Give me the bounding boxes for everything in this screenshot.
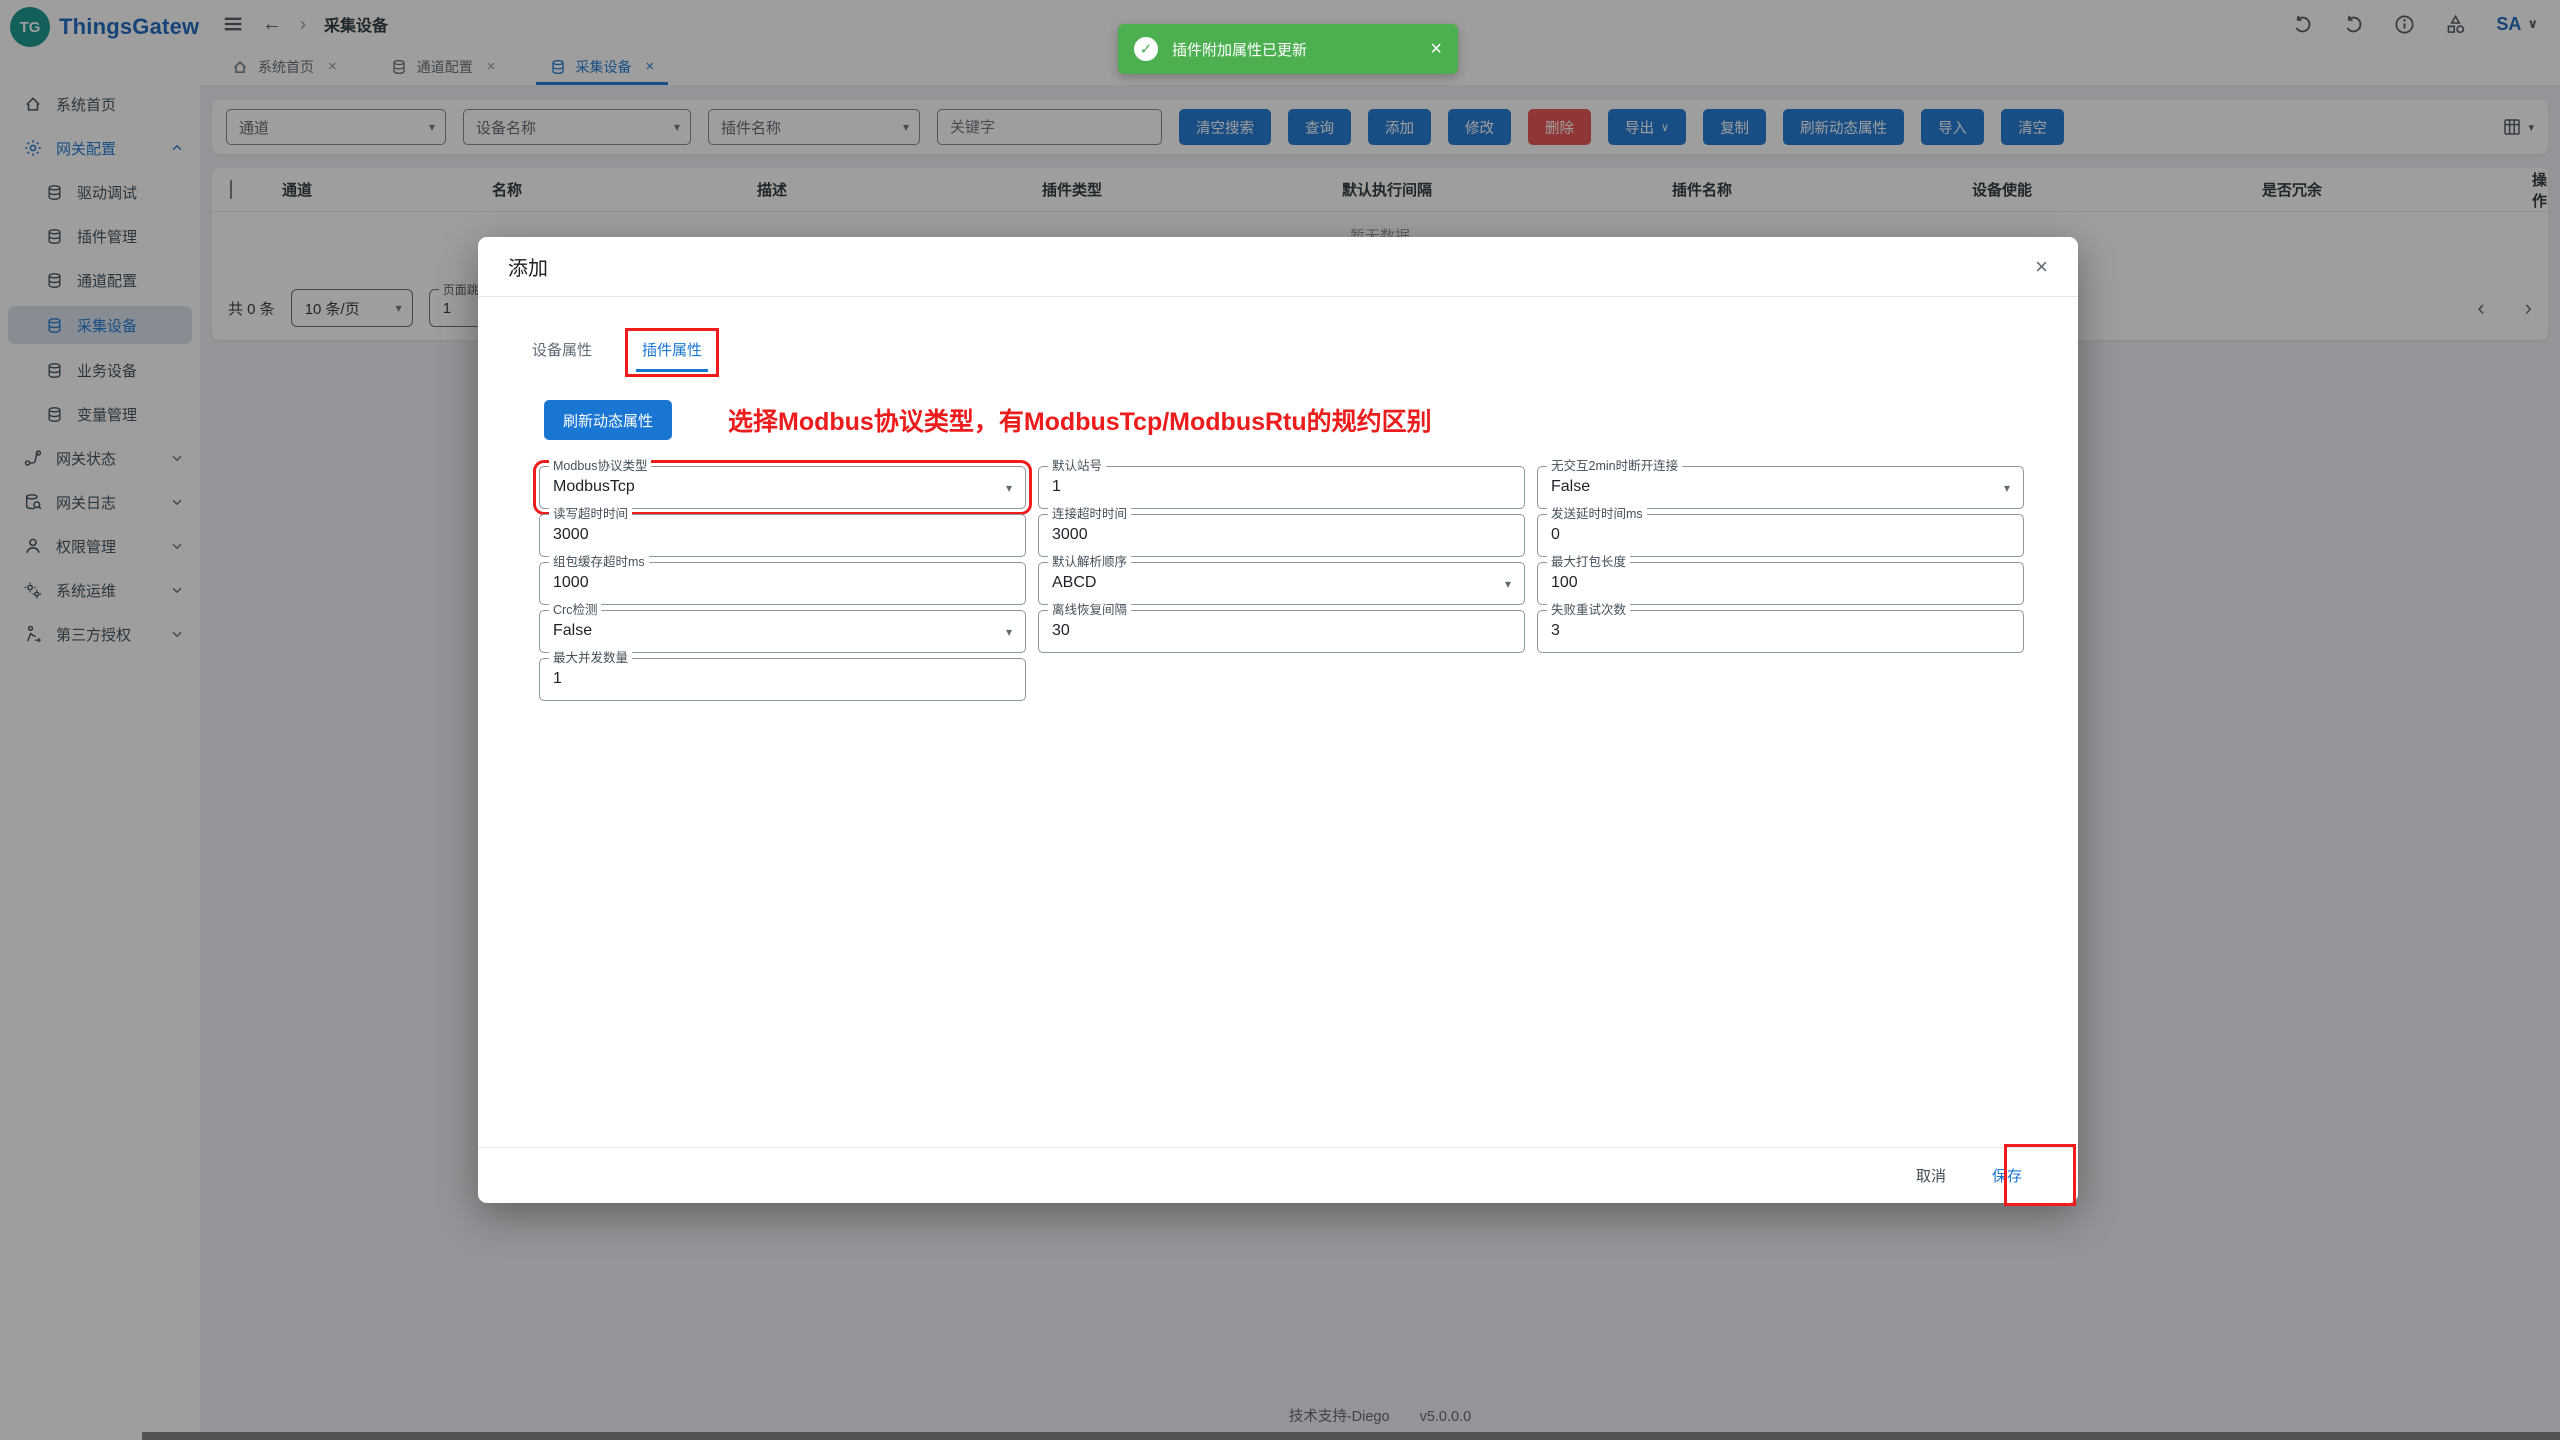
field-label: 读写超时时间: [549, 506, 632, 522]
field-label: 默认站号: [1048, 458, 1106, 474]
field-send-delay[interactable]: 发送延时时间ms 0: [1537, 514, 2024, 557]
field-default-station[interactable]: 默认站号 1: [1038, 466, 1525, 509]
field-rw-timeout[interactable]: 读写超时时间 3000: [539, 514, 1026, 557]
field-label: 默认解析顺序: [1048, 554, 1131, 570]
field-label: 发送延时时间ms: [1547, 506, 1647, 522]
field-fail-retry-count[interactable]: 失败重试次数 3: [1537, 610, 2024, 653]
field-label: 最大打包长度: [1547, 554, 1630, 570]
field-label: 组包缓存超时ms: [549, 554, 649, 570]
modal-footer: 取消 保存: [478, 1147, 2078, 1203]
field-label: 无交互2min时断开连接: [1547, 458, 1682, 474]
modal-header: 添加 ×: [478, 237, 2078, 297]
caret-down-icon: ▾: [1006, 625, 1012, 639]
tab-plugin-props[interactable]: 插件属性: [630, 333, 714, 372]
plugin-props-form: Modbus协议类型 ModbusTcp ▾ 默认站号 1 无交互2min时断开…: [539, 466, 2078, 701]
caret-down-icon: ▾: [2004, 481, 2010, 495]
modal-tabs: 设备属性 插件属性: [478, 297, 2078, 372]
modal-close-icon[interactable]: ×: [2035, 254, 2048, 280]
modal-title: 添加: [508, 252, 548, 281]
field-label: 失败重试次数: [1547, 602, 1630, 618]
cancel-button[interactable]: 取消: [1916, 1165, 1946, 1186]
tab-device-props[interactable]: 设备属性: [520, 333, 604, 372]
caret-down-icon: ▾: [1505, 577, 1511, 591]
modal-tool-row: 刷新动态属性 选择Modbus协议类型，有ModbusTcp/ModbusRtu…: [544, 400, 2078, 440]
toast-message: 插件附加属性已更新: [1172, 39, 1307, 60]
field-value: False: [540, 611, 1025, 651]
field-crc-check[interactable]: Crc检测 False ▾: [539, 610, 1026, 653]
field-label: Modbus协议类型: [549, 458, 651, 474]
check-circle-icon: ✓: [1134, 37, 1158, 61]
field-modbus-protocol-type[interactable]: Modbus协议类型 ModbusTcp ▾: [539, 466, 1026, 509]
annotation-text: 选择Modbus协议类型，有ModbusTcp/ModbusRtu的规约区别: [728, 402, 1432, 438]
field-value: 1: [1039, 467, 1524, 507]
field-pack-cache-timeout[interactable]: 组包缓存超时ms 1000: [539, 562, 1026, 605]
field-disconnect-when-idle[interactable]: 无交互2min时断开连接 False ▾: [1537, 466, 2024, 509]
app-root: TG ThingsGateway 系统首页 网关配置 驱动调试 插件管理: [0, 0, 2560, 1440]
field-label: 最大并发数量: [549, 650, 632, 666]
modal-refresh-dynamic-props-button[interactable]: 刷新动态属性: [544, 400, 672, 440]
field-max-concurrency[interactable]: 最大并发数量 1: [539, 658, 1026, 701]
field-offline-recover-interval[interactable]: 离线恢复间隔 30: [1038, 610, 1525, 653]
field-max-pack-length[interactable]: 最大打包长度 100: [1537, 562, 2024, 605]
field-label: 离线恢复间隔: [1048, 602, 1131, 618]
field-label: 连接超时时间: [1048, 506, 1131, 522]
caret-down-icon: ▾: [1006, 481, 1012, 495]
save-button[interactable]: 保存: [1992, 1165, 2022, 1186]
success-toast: ✓ 插件附加属性已更新 ×: [1118, 24, 1458, 74]
field-parse-order[interactable]: 默认解析顺序 ABCD ▾: [1038, 562, 1525, 605]
field-connect-timeout[interactable]: 连接超时时间 3000: [1038, 514, 1525, 557]
add-device-modal: 添加 × 设备属性 插件属性 刷新动态属性 选择Modbus协议类型，有Modb…: [478, 237, 2078, 1203]
toast-close-icon[interactable]: ×: [1430, 38, 1442, 61]
field-label: Crc检测: [549, 602, 601, 618]
